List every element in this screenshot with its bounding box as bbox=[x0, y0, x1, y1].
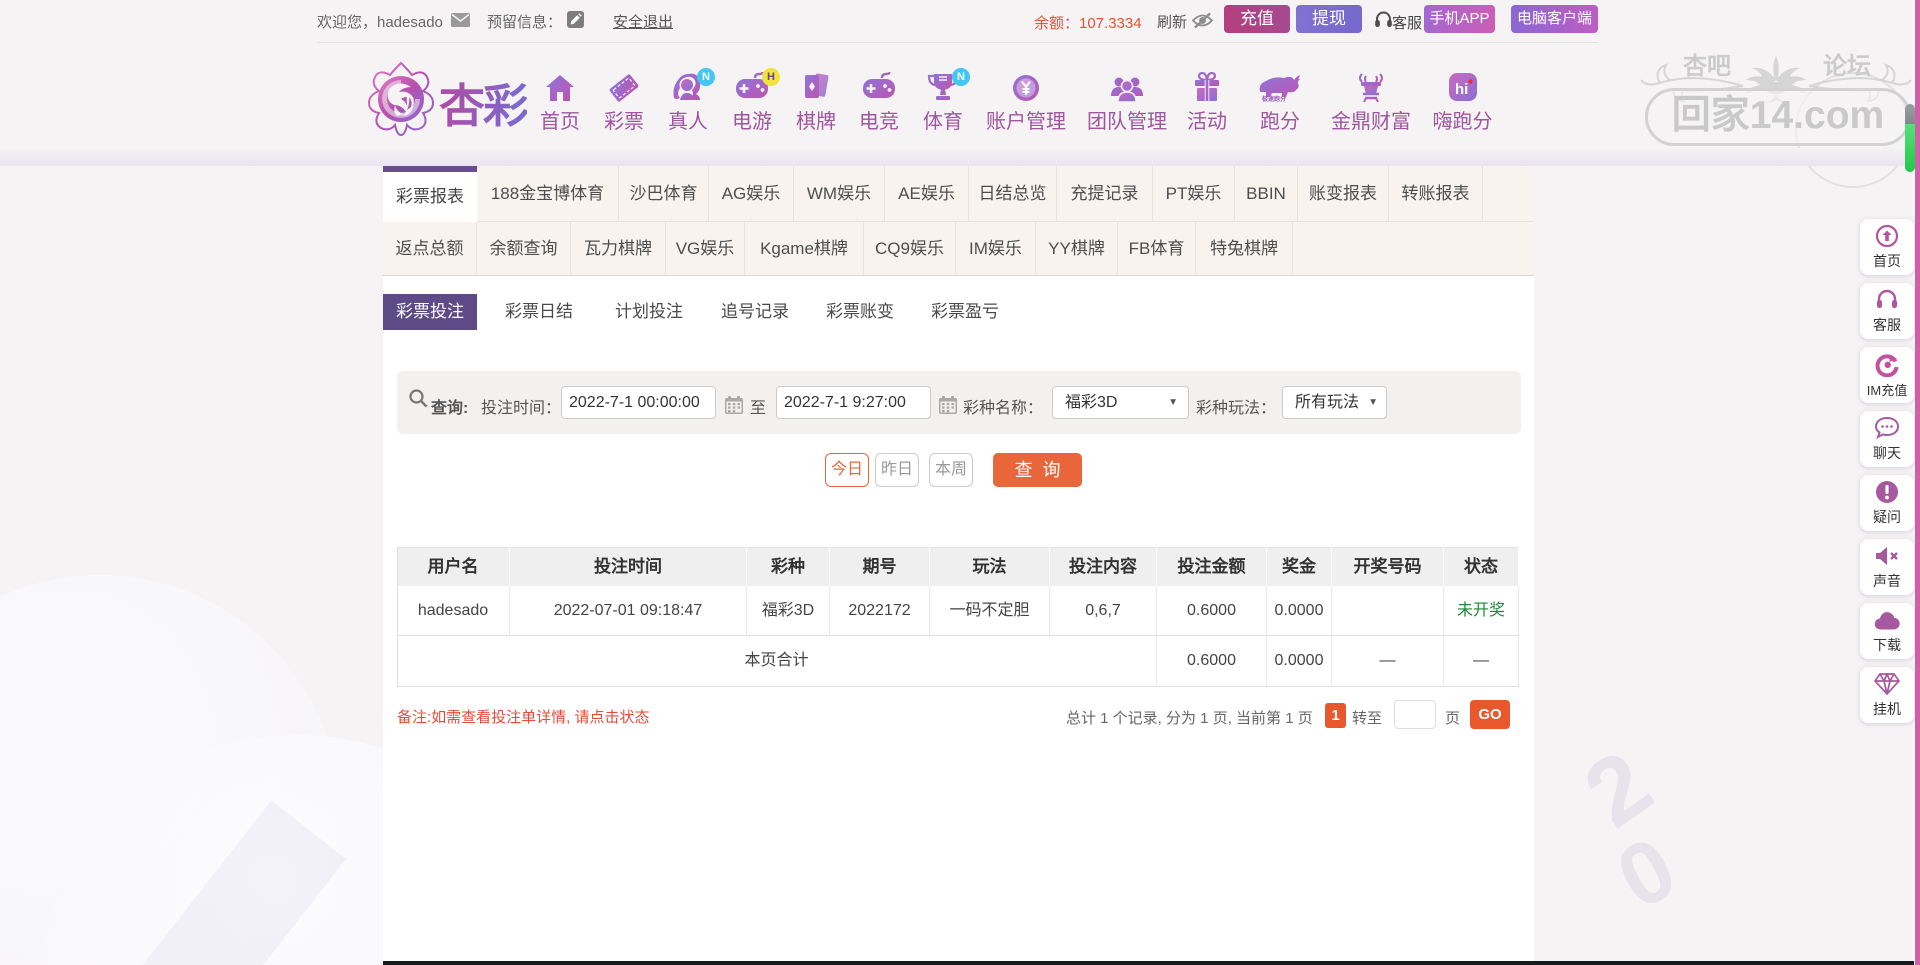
svg-text:hi: hi bbox=[1455, 81, 1468, 98]
svg-text:极速跑分: 极速跑分 bbox=[1262, 95, 1286, 102]
